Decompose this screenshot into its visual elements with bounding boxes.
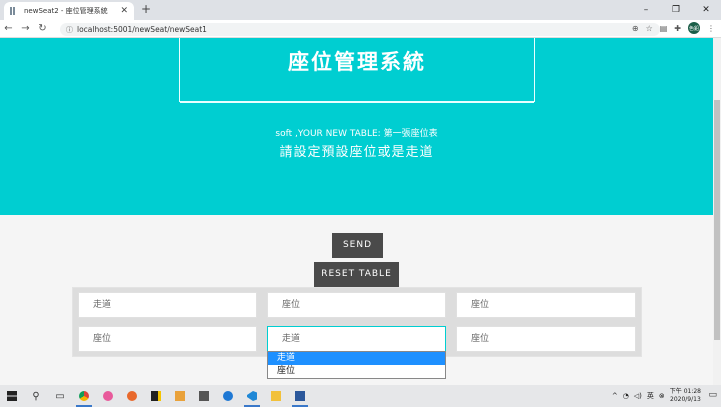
taskbar: ⚲ ▭ ^ ◔ ◁) 英 ⊗ 下午 01:28 2020/9/13 ▭: [0, 385, 721, 407]
task-view-icon[interactable]: ▭: [48, 385, 72, 407]
menu-icon[interactable]: ⋮: [707, 24, 715, 33]
seat-select[interactable]: 座位: [456, 326, 636, 352]
bookmark-star-icon[interactable]: ☆: [646, 24, 653, 33]
volume-icon[interactable]: ◁): [634, 392, 642, 400]
title-box: 座位管理系統: [179, 38, 535, 102]
scrollbar-thumb[interactable]: [714, 100, 720, 340]
seat-select[interactable]: 走道: [78, 292, 257, 318]
close-tab-icon[interactable]: ✕: [120, 6, 128, 16]
nav-buttons: ← → ↻: [0, 23, 51, 34]
sticky-notes-icon[interactable]: [144, 385, 168, 407]
dropdown-option-aisle[interactable]: 走道: [268, 352, 445, 365]
ime-icon[interactable]: 英: [647, 391, 654, 401]
info-icon[interactable]: ⓘ: [66, 25, 73, 35]
snipping-icon[interactable]: [168, 385, 192, 407]
instruction-text: 請設定預設座位或是走道: [279, 145, 434, 160]
page-content: 座位管理系統 soft ,YOUR NEW TABLE: 第一張座位表 請設定預…: [0, 38, 713, 385]
seat-select[interactable]: 座位: [78, 326, 257, 352]
network-icon[interactable]: ◔: [623, 392, 629, 400]
send-button[interactable]: SEND: [332, 233, 383, 258]
clock[interactable]: 下午 01:28 2020/9/13: [670, 388, 701, 404]
seat-select[interactable]: 座位: [267, 292, 446, 318]
edge-icon[interactable]: [216, 385, 240, 407]
close-window-icon[interactable]: ✕: [691, 0, 721, 20]
extension-icon[interactable]: ▤: [660, 24, 668, 33]
tab-title: newSeat2 - 座位管理系統: [24, 7, 108, 15]
chevron-up-icon[interactable]: ^: [612, 392, 618, 400]
back-icon[interactable]: ←: [0, 23, 17, 34]
dropdown-option-seat[interactable]: 座位: [268, 365, 445, 378]
page-title: 座位管理系統: [288, 50, 426, 74]
clock-date: 2020/9/13: [670, 396, 701, 403]
windows-start-icon[interactable]: [0, 385, 24, 407]
notification-icon[interactable]: ▭: [708, 390, 717, 400]
url-field[interactable]: ⓘ localhost:5001/newSeat/newSeat1: [60, 23, 660, 36]
forward-icon[interactable]: →: [17, 23, 34, 34]
seat-select-open[interactable]: 走道: [267, 326, 446, 352]
seat-dropdown-list: 走道 座位: [267, 351, 446, 379]
restore-icon[interactable]: ❐: [661, 0, 691, 20]
page-favicon-icon: [10, 7, 18, 15]
new-tab-icon[interactable]: +: [141, 2, 151, 16]
zoom-icon[interactable]: ⊕: [632, 24, 639, 33]
puzzle-icon[interactable]: ✚: [674, 24, 681, 33]
search-icon[interactable]: ⚲: [24, 385, 48, 407]
clear-icon[interactable]: ⊗: [659, 392, 665, 400]
word-icon[interactable]: [288, 385, 312, 407]
minimize-icon[interactable]: –: [631, 0, 661, 20]
toolbar-icons: ⊕ ☆ ▤ ✚ 色鉛 ⋮: [632, 22, 715, 34]
calculator-icon[interactable]: [192, 385, 216, 407]
table-subtitle: soft ,YOUR NEW TABLE: 第一張座位表: [275, 129, 438, 139]
window-controls: – ❐ ✕: [631, 0, 721, 20]
clock-time: 下午 01:28: [669, 388, 701, 395]
paint-icon[interactable]: [96, 385, 120, 407]
url-text: localhost:5001/newSeat/newSeat1: [77, 25, 207, 34]
system-tray: ^ ◔ ◁) 英 ⊗ 下午 01:28 2020/9/13: [612, 385, 701, 407]
address-bar-row: ← → ↻ ⓘ localhost:5001/newSeat/newSeat1 ⊕ …: [0, 20, 721, 38]
vscode-icon[interactable]: [240, 385, 264, 407]
browser-tab[interactable]: newSeat2 - 座位管理系統 ✕: [4, 2, 134, 20]
reset-table-button[interactable]: RESET TABLE: [314, 262, 399, 287]
seat-select[interactable]: 座位: [456, 292, 636, 318]
reload-icon[interactable]: ↻: [34, 23, 51, 34]
browser-tab-bar: newSeat2 - 座位管理系統 ✕ + – ❐ ✕: [0, 0, 721, 20]
hero-banner: 座位管理系統 soft ,YOUR NEW TABLE: 第一張座位表 請設定預…: [0, 38, 713, 215]
file-explorer-icon[interactable]: [264, 385, 288, 407]
chrome-icon[interactable]: [72, 385, 96, 407]
avatar[interactable]: 色鉛: [688, 22, 700, 34]
app-icon[interactable]: [120, 385, 144, 407]
